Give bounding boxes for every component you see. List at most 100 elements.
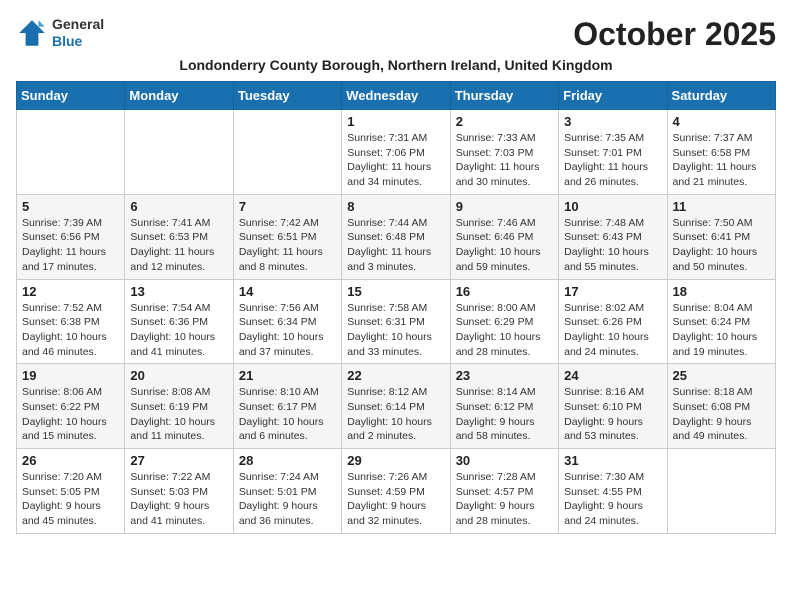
weekday-header: Friday (559, 82, 667, 110)
calendar-cell: 27 Sunrise: 7:22 AMSunset: 5:03 PMDayligh… (125, 449, 233, 534)
day-info: Sunrise: 7:41 AMSunset: 6:53 PMDaylight:… (130, 216, 227, 275)
day-info: Sunrise: 7:22 AMSunset: 5:03 PMDaylight:… (130, 470, 227, 529)
calendar-cell: 20 Sunrise: 8:08 AMSunset: 6:19 PMDayligh… (125, 364, 233, 449)
calendar-cell (233, 110, 341, 195)
calendar-cell: 22 Sunrise: 8:12 AMSunset: 6:14 PMDayligh… (342, 364, 450, 449)
day-number: 24 (564, 368, 661, 383)
weekday-header: Saturday (667, 82, 775, 110)
calendar-cell: 28Sunrise: 7:24 AMSunset: 5:01 PMDayligh… (233, 449, 341, 534)
day-info: Sunrise: 7:39 AMSunset: 6:56 PMDaylight:… (22, 216, 119, 275)
calendar-cell: 4Sunrise: 7:37 AMSunset: 6:58 PMDaylight… (667, 110, 775, 195)
day-info: Sunrise: 8:10 AMSunset: 6:17 PMDaylight:… (239, 385, 336, 444)
day-info: Sunrise: 7:30 AMSunset: 4:55 PMDaylight:… (564, 470, 661, 529)
day-number: 31 (564, 453, 661, 468)
day-info: Sunrise: 7:26 AMSunset: 4:59 PMDaylight:… (347, 470, 444, 529)
calendar-cell: 24Sunrise: 8:16 AMSunset: 6:10 PMDayligh… (559, 364, 667, 449)
day-info: Sunrise: 8:18 AMSunset: 6:08 PMDaylight:… (673, 385, 770, 444)
day-number: 23 (456, 368, 553, 383)
day-info: Sunrise: 8:14 AMSunset: 6:12 PMDaylight:… (456, 385, 553, 444)
calendar-week-row: 19Sunrise: 8:06 AMSunset: 6:22 PMDayligh… (17, 364, 776, 449)
calendar-cell: 25 Sunrise: 8:18 AMSunset: 6:08 PMDayligh… (667, 364, 775, 449)
calendar-cell: 8 Sunrise: 7:44 AMSunset: 6:48 PMDaylight… (342, 194, 450, 279)
day-info: Sunrise: 7:37 AMSunset: 6:58 PMDaylight:… (673, 131, 770, 190)
page-header: General Blue October 2025 (16, 16, 776, 53)
day-number: 20 (130, 368, 227, 383)
day-info: Sunrise: 7:56 AMSunset: 6:34 PMDaylight:… (239, 301, 336, 360)
day-number: 10 (564, 199, 661, 214)
calendar-cell: 16 Sunrise: 8:00 AMSunset: 6:29 PMDayligh… (450, 279, 558, 364)
day-number: 3 (564, 114, 661, 129)
day-number: 25 (673, 368, 770, 383)
day-info: Sunrise: 7:31 AMSunset: 7:06 PMDaylight:… (347, 131, 444, 190)
day-number: 6 (130, 199, 227, 214)
weekday-header: Sunday (17, 82, 125, 110)
day-info: Sunrise: 7:50 AMSunset: 6:41 PMDaylight:… (673, 216, 770, 275)
day-info: Sunrise: 7:52 AMSunset: 6:38 PMDaylight:… (22, 301, 119, 360)
calendar-week-row: 5 Sunrise: 7:39 AMSunset: 6:56 PMDaylight… (17, 194, 776, 279)
day-info: Sunrise: 8:04 AMSunset: 6:24 PMDaylight:… (673, 301, 770, 360)
calendar-cell: 12 Sunrise: 7:52 AMSunset: 6:38 PMDayligh… (17, 279, 125, 364)
logo-text: General Blue (52, 16, 104, 50)
day-info: Sunrise: 7:46 AMSunset: 6:46 PMDaylight:… (456, 216, 553, 275)
day-info: Sunrise: 7:48 AMSunset: 6:43 PMDaylight:… (564, 216, 661, 275)
weekday-header: Monday (125, 82, 233, 110)
calendar-cell: 15 Sunrise: 7:58 AMSunset: 6:31 PMDayligh… (342, 279, 450, 364)
day-number: 2 (456, 114, 553, 129)
page-title: October 2025 (573, 16, 776, 53)
day-info: Sunrise: 7:20 AMSunset: 5:05 PMDaylight:… (22, 470, 119, 529)
day-info: Sunrise: 8:12 AMSunset: 6:14 PMDaylight:… (347, 385, 444, 444)
calendar-week-row: 12 Sunrise: 7:52 AMSunset: 6:38 PMDayligh… (17, 279, 776, 364)
calendar-cell: 9 Sunrise: 7:46 AMSunset: 6:46 PMDaylight… (450, 194, 558, 279)
day-number: 29 (347, 453, 444, 468)
logo: General Blue (16, 16, 104, 50)
calendar-cell: 1 Sunrise: 7:31 AMSunset: 7:06 PMDaylight… (342, 110, 450, 195)
calendar-cell: 11 Sunrise: 7:50 AMSunset: 6:41 PMDayligh… (667, 194, 775, 279)
calendar-cell (17, 110, 125, 195)
calendar-cell: 19Sunrise: 8:06 AMSunset: 6:22 PMDayligh… (17, 364, 125, 449)
calendar-cell: 31 Sunrise: 7:30 AMSunset: 4:55 PMDayligh… (559, 449, 667, 534)
day-info: Sunrise: 8:02 AMSunset: 6:26 PMDaylight:… (564, 301, 661, 360)
calendar-cell: 10 Sunrise: 7:48 AMSunset: 6:43 PMDayligh… (559, 194, 667, 279)
calendar-cell: 29 Sunrise: 7:26 AMSunset: 4:59 PMDayligh… (342, 449, 450, 534)
day-number: 9 (456, 199, 553, 214)
day-number: 22 (347, 368, 444, 383)
day-info: Sunrise: 8:08 AMSunset: 6:19 PMDaylight:… (130, 385, 227, 444)
day-info: Sunrise: 7:35 AMSunset: 7:01 PMDaylight:… (564, 131, 661, 190)
calendar-cell (667, 449, 775, 534)
day-number: 15 (347, 284, 444, 299)
calendar-cell: 21 Sunrise: 8:10 AMSunset: 6:17 PMDayligh… (233, 364, 341, 449)
day-number: 11 (673, 199, 770, 214)
day-info: Sunrise: 8:00 AMSunset: 6:29 PMDaylight:… (456, 301, 553, 360)
day-info: Sunrise: 7:54 AMSunset: 6:36 PMDaylight:… (130, 301, 227, 360)
day-number: 21 (239, 368, 336, 383)
calendar-cell: 3 Sunrise: 7:35 AMSunset: 7:01 PMDaylight… (559, 110, 667, 195)
calendar-week-row: 1 Sunrise: 7:31 AMSunset: 7:06 PMDaylight… (17, 110, 776, 195)
weekday-header: Thursday (450, 82, 558, 110)
day-number: 1 (347, 114, 444, 129)
day-number: 8 (347, 199, 444, 214)
day-number: 7 (239, 199, 336, 214)
day-number: 14 (239, 284, 336, 299)
calendar-cell: 7 Sunrise: 7:42 AMSunset: 6:51 PMDaylight… (233, 194, 341, 279)
day-info: Sunrise: 7:42 AMSunset: 6:51 PMDaylight:… (239, 216, 336, 275)
day-number: 28 (239, 453, 336, 468)
calendar-cell: 5 Sunrise: 7:39 AMSunset: 6:56 PMDaylight… (17, 194, 125, 279)
day-info: Sunrise: 7:58 AMSunset: 6:31 PMDaylight:… (347, 301, 444, 360)
day-number: 16 (456, 284, 553, 299)
calendar-cell (125, 110, 233, 195)
day-number: 27 (130, 453, 227, 468)
day-info: Sunrise: 7:33 AMSunset: 7:03 PMDaylight:… (456, 131, 553, 190)
weekday-header: Tuesday (233, 82, 341, 110)
day-info: Sunrise: 8:06 AMSunset: 6:22 PMDaylight:… (22, 385, 119, 444)
day-number: 5 (22, 199, 119, 214)
calendar-cell: 13Sunrise: 7:54 AMSunset: 6:36 PMDayligh… (125, 279, 233, 364)
day-number: 12 (22, 284, 119, 299)
calendar-cell: 30Sunrise: 7:28 AMSunset: 4:57 PMDayligh… (450, 449, 558, 534)
day-info: Sunrise: 7:28 AMSunset: 4:57 PMDaylight:… (456, 470, 553, 529)
calendar-table: SundayMondayTuesdayWednesdayThursdayFrid… (16, 81, 776, 534)
weekday-header: Wednesday (342, 82, 450, 110)
day-info: Sunrise: 7:44 AMSunset: 6:48 PMDaylight:… (347, 216, 444, 275)
calendar-cell: 14 Sunrise: 7:56 AMSunset: 6:34 PMDayligh… (233, 279, 341, 364)
calendar-cell: 23 Sunrise: 8:14 AMSunset: 6:12 PMDayligh… (450, 364, 558, 449)
calendar-week-row: 26Sunrise: 7:20 AMSunset: 5:05 PMDayligh… (17, 449, 776, 534)
